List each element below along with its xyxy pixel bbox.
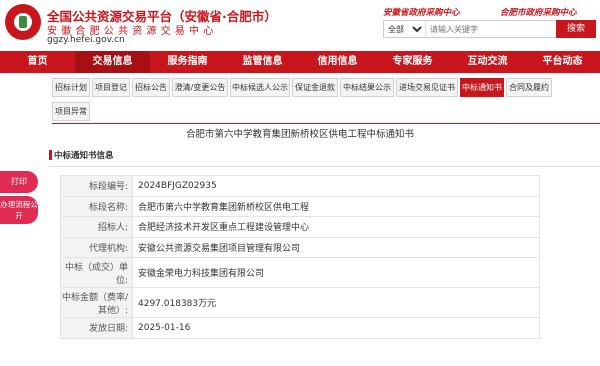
site-header: 全国公共资源交易平台（安徽省·合肥市） 安徽合肥公共资源交易中心 ggzy.he… xyxy=(0,0,600,50)
field-label: 中标金额（费率/其他）: xyxy=(60,287,133,318)
tab-clarification[interactable]: 澄清/变更公告 xyxy=(172,78,228,97)
main-nav: 首页 交易信息 服务指南 监管信息 信用信息 专家服务 互动交流 平台动态 xyxy=(0,51,600,73)
nav-interaction[interactable]: 互动交流 xyxy=(450,51,525,73)
field-value: 2024BFJGZ02935 xyxy=(132,175,540,197)
slogan-city[interactable]: 合肥市政府采购中心 xyxy=(500,6,577,18)
table-row: 代理机构: 安徽公共资源交易集团项目管理有限公司 xyxy=(60,236,540,258)
table-row: 标段名称: 合肥市第六中学教育集团新桥校区供电工程 xyxy=(60,195,540,217)
field-value: 2025-01-16 xyxy=(132,317,540,339)
section-marker xyxy=(49,150,52,160)
tab-award-result[interactable]: 中标结果公示 xyxy=(340,78,394,97)
field-label: 标段名称: xyxy=(60,195,133,217)
site-logo-icon[interactable] xyxy=(5,4,41,40)
field-value: 4297.018383万元 xyxy=(132,287,540,318)
field-value: 合肥经济技术开发区重点工程建设管理中心 xyxy=(132,216,540,238)
nav-experts[interactable]: 专家服务 xyxy=(375,51,450,73)
search-scope-select[interactable]: 全部 xyxy=(384,21,426,37)
nav-trade-info[interactable]: 交易信息 xyxy=(75,51,150,73)
table-row: 发放日期: 2025-01-16 xyxy=(60,317,540,339)
field-label: 招标人: xyxy=(60,216,133,238)
field-label: 中标（成交）单位: xyxy=(60,257,133,288)
field-label: 代理机构: xyxy=(60,236,133,258)
field-label: 发放日期: xyxy=(60,317,133,339)
tab-tender-notice[interactable]: 招标公告 xyxy=(132,78,170,97)
field-value: 安徽公共资源交易集团项目管理有限公司 xyxy=(132,236,540,258)
search-box: 全部 xyxy=(383,20,561,38)
search-input[interactable] xyxy=(430,22,558,36)
table-row: 标段编号: 2024BFJGZ02935 xyxy=(60,175,540,197)
nav-news[interactable]: 平台动态 xyxy=(525,51,600,73)
process-disclosure-button[interactable]: 办理流程公开 xyxy=(0,196,38,224)
section-title: 中标通知书信息 xyxy=(54,151,114,161)
tab-award-notice[interactable]: 中标通知书 xyxy=(460,78,504,97)
tab-divider xyxy=(52,123,600,124)
field-value: 安徽金荣电力科技集团有限公司 xyxy=(132,257,540,288)
tab-candidates[interactable]: 中标候选人公示 xyxy=(230,78,290,97)
tab-witness-certificate[interactable]: 进场交易见证书 xyxy=(396,78,458,97)
tab-deposit-refund[interactable]: 保证金退款 xyxy=(292,78,338,97)
notice-title: 合肥市第六中学教育集团新桥校区供电工程中标通知书 xyxy=(185,129,414,140)
table-row: 招标人: 合肥经济技术开发区重点工程建设管理中心 xyxy=(60,216,540,238)
slogan-province[interactable]: 安徽省政府采购中心 xyxy=(383,6,460,18)
nav-home[interactable]: 首页 xyxy=(0,51,75,73)
table-row: 中标金额（费率/其他）: 4297.018383万元 xyxy=(60,287,540,318)
tab-contract[interactable]: 合同及履约 xyxy=(506,78,552,97)
field-label: 标段编号: xyxy=(60,175,133,197)
nav-service-guide[interactable]: 服务指南 xyxy=(150,51,225,73)
nav-supervision[interactable]: 监管信息 xyxy=(225,51,300,73)
notice-info-table: 标段编号: 2024BFJGZ02935 标段名称: 合肥市第六中学教育集团新桥校区… xyxy=(60,175,540,339)
print-button[interactable]: 打印 xyxy=(0,171,38,193)
tab-bidding-plan[interactable]: 招标计划 xyxy=(52,78,90,97)
site-url: ggzy.hefei.gov.cn xyxy=(47,35,125,45)
search-button[interactable]: 搜索 xyxy=(556,20,596,38)
nav-credit[interactable]: 信用信息 xyxy=(300,51,375,73)
field-value: 合肥市第六中学教育集团新桥校区供电工程 xyxy=(132,195,540,217)
tab-project-registration[interactable]: 项目登记 xyxy=(92,78,130,97)
section-divider xyxy=(49,166,600,167)
table-row: 中标（成交）单位: 安徽金荣电力科技集团有限公司 xyxy=(60,257,540,288)
tab-project-exception[interactable]: 项目异常 xyxy=(52,102,90,121)
